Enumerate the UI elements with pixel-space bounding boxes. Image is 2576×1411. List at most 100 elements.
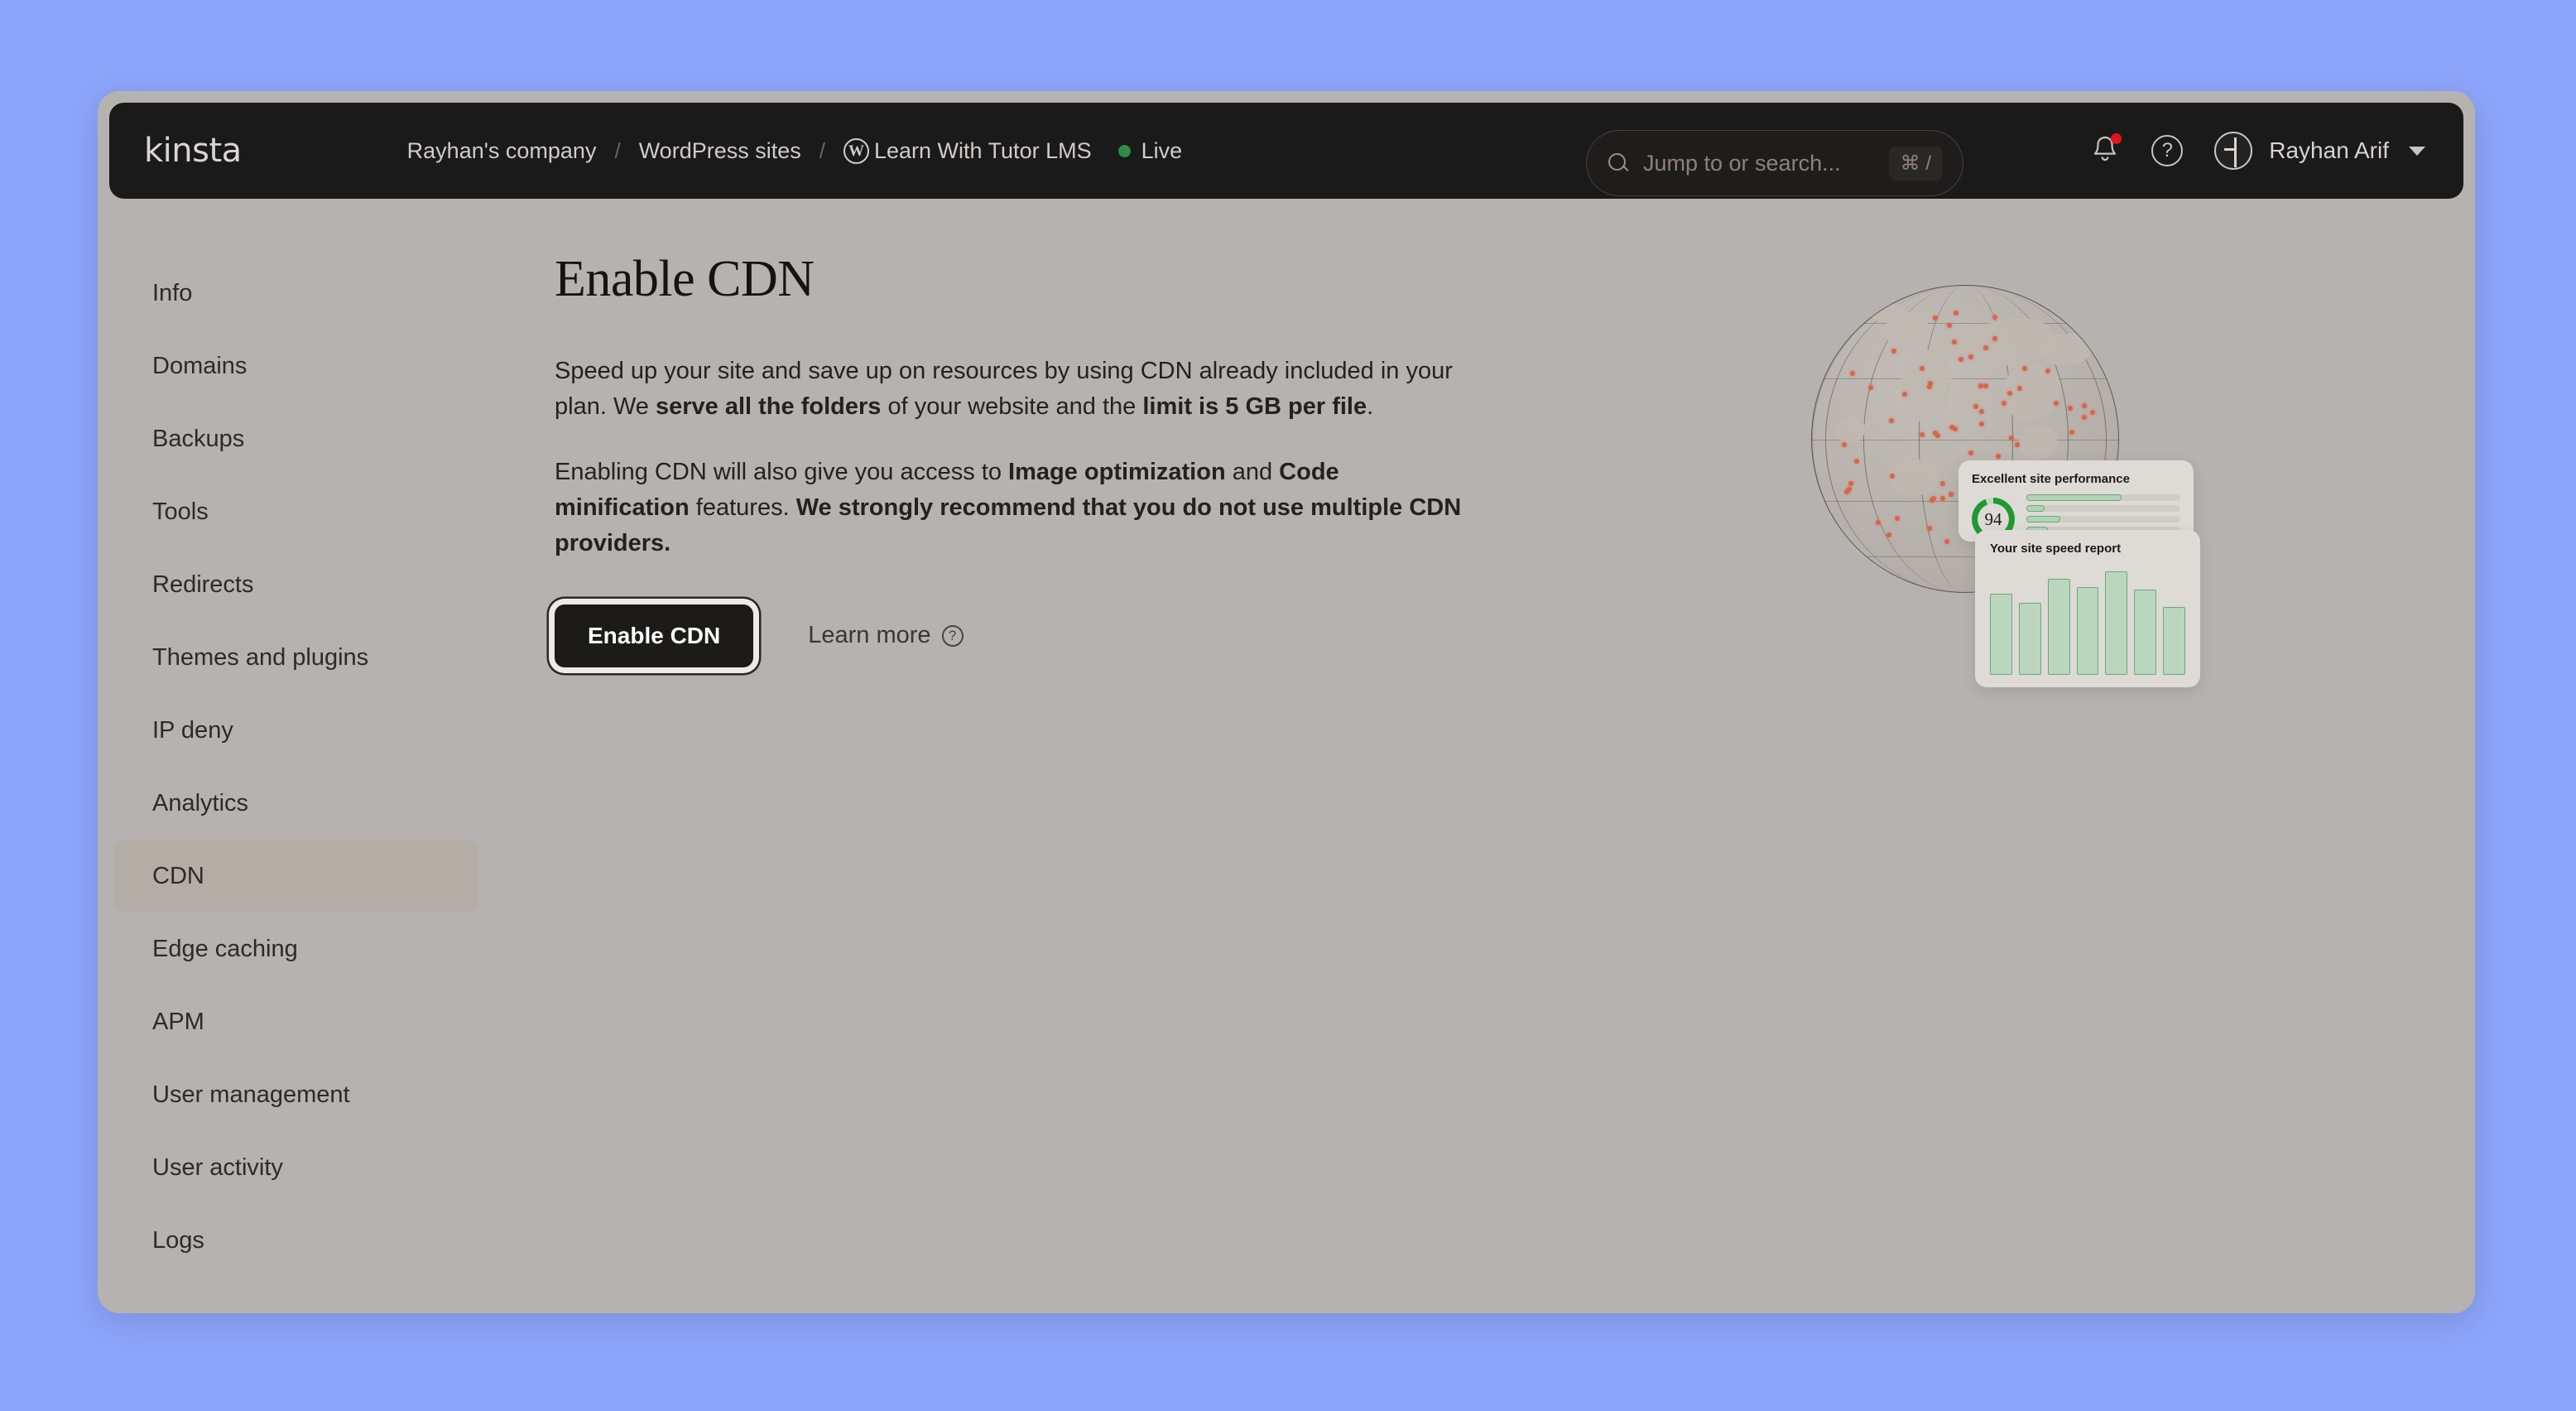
cdn-pop-dot	[1886, 532, 1891, 537]
cdn-pop-dot	[1842, 442, 1847, 447]
cdn-pop-dot	[1931, 496, 1936, 501]
cdn-pop-dot	[1848, 481, 1853, 486]
sidebar-item-tools[interactable]: Tools	[114, 475, 478, 548]
cdn-pop-dot	[1953, 426, 1958, 431]
sidebar-item-label: Backups	[152, 426, 244, 453]
learn-more-label: Learn more	[808, 622, 930, 649]
top-navigation-bar: kinsta Rayhan's company / WordPress site…	[109, 103, 2463, 199]
cdn-pop-dot	[2082, 415, 2087, 420]
metric-bar-fill	[2026, 494, 2122, 501]
sidebar-item-apm[interactable]: APM	[114, 985, 478, 1058]
description-paragraph-1: Speed up your site and save up on resour…	[555, 354, 1465, 425]
breadcrumb-site-label: Learn With Tutor LMS	[874, 138, 1092, 164]
body-area: Info Domains Backups Tools Redirects The…	[98, 212, 2475, 1313]
sidebar-item-domains[interactable]: Domains	[114, 330, 478, 402]
sidebar-item-label: Themes and plugins	[152, 644, 368, 672]
breadcrumb-separator: /	[819, 138, 825, 164]
cdn-pop-dot	[1947, 323, 1952, 328]
wordpress-icon: W	[843, 138, 869, 164]
speed-bar	[2163, 607, 2185, 675]
cdn-pop-dot	[1920, 366, 1925, 371]
sidebar-item-label: User activity	[152, 1154, 283, 1182]
site-speed-report-card: Your site speed report	[1975, 530, 2200, 687]
cdn-pop-dot	[2007, 391, 2012, 396]
cdn-pop-dot	[2045, 368, 2050, 373]
cdn-pop-dot	[2069, 430, 2074, 435]
sidebar-item-ip-deny[interactable]: IP deny	[114, 694, 478, 767]
cdn-pop-dot	[1973, 404, 1978, 409]
sidebar-item-label: CDN	[152, 863, 204, 890]
enable-cdn-button[interactable]: Enable CDN	[555, 604, 753, 667]
speed-bar	[2048, 579, 2070, 675]
speed-bar	[2019, 603, 2041, 675]
metric-bar-track	[2026, 516, 2180, 523]
sidebar-item-user-activity[interactable]: User activity	[114, 1131, 478, 1204]
sidebar-item-edge-caching[interactable]: Edge caching	[114, 913, 478, 985]
sidebar-item-label: Logs	[152, 1227, 204, 1254]
sidebar-item-label: Redirects	[152, 571, 254, 599]
globe-parallel	[1812, 378, 2118, 379]
speed-card-title: Your site speed report	[1990, 542, 2185, 556]
breadcrumb-item-company[interactable]: Rayhan's company	[407, 138, 597, 164]
user-menu[interactable]: Rayhan Arif	[2214, 132, 2425, 170]
sidebar-item-backups[interactable]: Backups	[114, 402, 478, 475]
topbar-actions: ? Rayhan Arif	[2090, 103, 2425, 199]
sidebar-item-logs[interactable]: Logs	[114, 1204, 478, 1277]
sidebar-item-cdn[interactable]: CDN	[114, 840, 478, 913]
sidebar-item-redirects[interactable]: Redirects	[114, 548, 478, 621]
notification-unread-dot	[2111, 133, 2122, 144]
chevron-down-icon	[2409, 147, 2425, 156]
sidebar-item-themes-and-plugins[interactable]: Themes and plugins	[114, 621, 478, 694]
cdn-pop-dot	[2015, 442, 2020, 447]
speed-bar	[2105, 571, 2127, 675]
cdn-pop-dot	[1979, 409, 1984, 414]
speed-bar	[1990, 594, 2012, 675]
site-status-badge: Live	[1118, 138, 1183, 164]
question-circle-icon: ?	[942, 625, 964, 647]
sidebar-item-label: Edge caching	[152, 936, 298, 963]
notifications-button[interactable]	[2090, 134, 2120, 167]
speed-bar	[2134, 590, 2156, 675]
sidebar: Info Domains Backups Tools Redirects The…	[98, 212, 495, 1313]
app-window: kinsta Rayhan's company / WordPress site…	[98, 91, 2475, 1313]
cdn-pop-dot	[1847, 487, 1852, 492]
kinsta-logo[interactable]: kinsta	[144, 132, 242, 170]
sidebar-item-analytics[interactable]: Analytics	[114, 767, 478, 840]
sidebar-item-label: Analytics	[152, 790, 248, 817]
cdn-pop-dot	[1992, 315, 1997, 320]
sidebar-item-info[interactable]: Info	[114, 257, 478, 330]
status-label: Live	[1141, 138, 1183, 164]
performance-score-value: 94	[1985, 509, 2002, 530]
breadcrumb-item-site[interactable]: W Learn With Tutor LMS	[843, 138, 1092, 164]
sidebar-item-label: Info	[152, 280, 192, 307]
status-dot-icon	[1118, 145, 1131, 157]
learn-more-link[interactable]: Learn more ?	[808, 622, 963, 649]
cdn-pop-dot	[1854, 459, 1859, 464]
performance-card-title: Excellent site performance	[1972, 472, 2180, 486]
metric-bar-track	[2026, 505, 2180, 512]
metric-bar-track	[2026, 494, 2180, 501]
sidebar-item-user-management[interactable]: User management	[114, 1058, 478, 1131]
breadcrumb-separator: /	[614, 138, 620, 164]
search-bar[interactable]: Jump to or search... ⌘ /	[1586, 130, 1963, 196]
metric-bar-fill	[2026, 505, 2045, 512]
cdn-pop-dot	[1876, 520, 1881, 525]
metric-bar-fill	[2026, 516, 2060, 523]
sidebar-item-label: User management	[152, 1081, 350, 1109]
user-name-label: Rayhan Arif	[2269, 137, 2389, 164]
globe-landmass	[1833, 299, 1867, 320]
search-shortcut-badge: ⌘ /	[1889, 147, 1943, 181]
description-paragraph-2: Enabling CDN will also give you access t…	[555, 455, 1465, 561]
cdn-pop-dot	[1895, 516, 1900, 521]
avatar	[2214, 132, 2252, 170]
sidebar-item-label: Domains	[152, 353, 247, 380]
sidebar-item-label: IP deny	[152, 717, 233, 744]
cdn-pop-dot	[1850, 371, 1855, 376]
speed-bar-chart	[1990, 566, 2185, 675]
cdn-pop-dot	[1983, 383, 1988, 388]
help-circle-icon[interactable]: ?	[2151, 135, 2183, 166]
search-input[interactable]: Jump to or search...	[1643, 151, 1889, 176]
breadcrumb-item-wordpress-sites[interactable]: WordPress sites	[639, 138, 801, 164]
cdn-illustration: Excellent site performance 94 Your site …	[1811, 285, 2391, 798]
speed-bar	[2077, 587, 2099, 675]
